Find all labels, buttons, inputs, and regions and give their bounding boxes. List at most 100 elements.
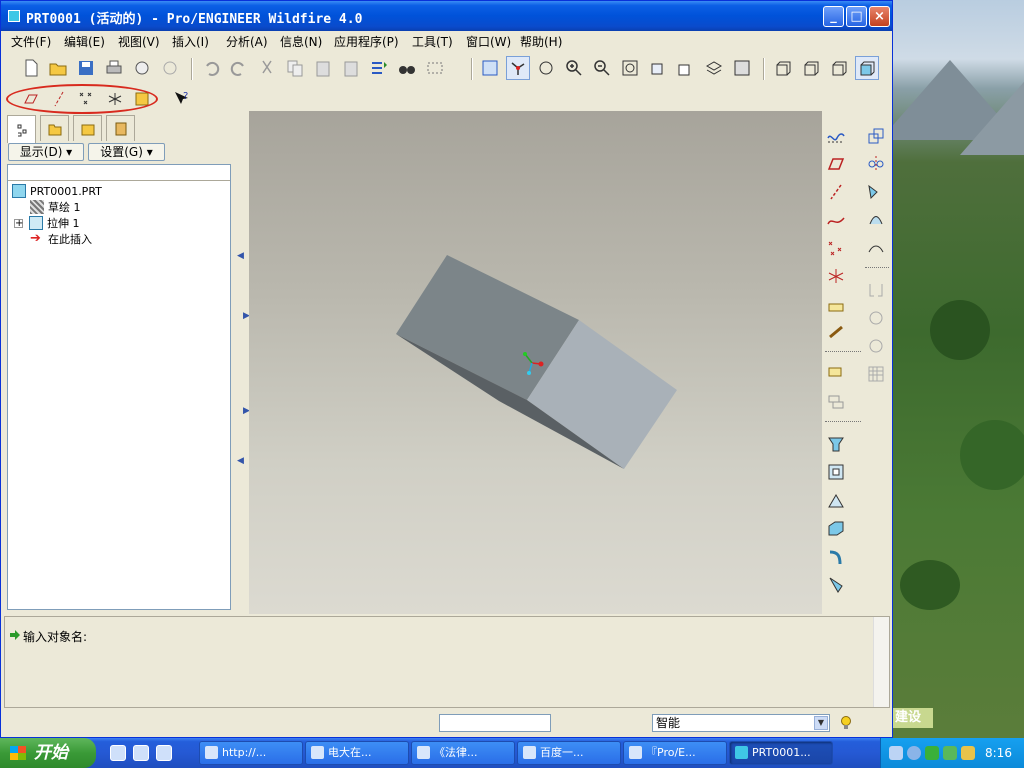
ie-quicklaunch-icon[interactable]	[110, 745, 126, 761]
tree-item-part[interactable]: PRT0001.PRT	[12, 183, 102, 199]
spin-center-icon[interactable]	[506, 56, 530, 80]
refit-icon[interactable]	[618, 56, 642, 80]
toolbar-separator	[825, 421, 861, 422]
taskbar-item-active[interactable]: PRT0001...	[729, 741, 833, 765]
datum-point-tool-icon[interactable]	[824, 236, 848, 260]
selection-box-icon[interactable]	[423, 56, 447, 80]
draft-tool-icon[interactable]	[824, 488, 848, 512]
minimize-button[interactable]: _	[823, 6, 844, 27]
menu-view[interactable]: 视图(V)	[118, 33, 160, 50]
datum-axis-tool-icon[interactable]	[824, 180, 848, 204]
menu-file[interactable]: 文件(F)	[11, 33, 51, 50]
copy-icon[interactable]	[283, 56, 307, 80]
open-folder-icon[interactable]	[46, 56, 70, 80]
security-shield-icon[interactable]	[925, 746, 939, 760]
merge-tool-icon[interactable]	[864, 180, 888, 204]
undo-icon[interactable]	[199, 56, 223, 80]
new-file-icon[interactable]	[19, 56, 43, 80]
sketch-tool-icon[interactable]	[824, 124, 848, 148]
connections-tab[interactable]	[106, 115, 135, 141]
saved-views-icon[interactable]	[674, 56, 698, 80]
tree-item-extrude[interactable]: + 拉伸 1	[14, 215, 80, 231]
graphics-viewport[interactable]	[249, 111, 822, 614]
shell-tool-icon[interactable]	[824, 516, 848, 540]
extrude-tool-icon[interactable]	[824, 432, 848, 456]
taskbar-item[interactable]: http://...	[199, 741, 303, 765]
ie-icon	[629, 746, 642, 759]
send-mail-icon[interactable]	[130, 56, 154, 80]
show-dropdown[interactable]: 显示(D) ▾	[8, 143, 84, 161]
menu-edit[interactable]: 编辑(E)	[64, 33, 105, 50]
favorites-tab[interactable]	[73, 115, 102, 141]
paste-icon[interactable]	[311, 56, 335, 80]
context-help-icon[interactable]: ?	[169, 87, 193, 111]
print-icon[interactable]	[102, 56, 126, 80]
menu-info[interactable]: 信息(N)	[280, 33, 322, 50]
shading-icon[interactable]	[855, 56, 879, 80]
layers-icon[interactable]	[702, 56, 726, 80]
no-hidden-icon[interactable]	[827, 56, 851, 80]
taskbar-item[interactable]: 电大在...	[305, 741, 409, 765]
analysis-feature-icon[interactable]	[824, 292, 848, 316]
cut-icon[interactable]	[255, 56, 279, 80]
settings-dropdown[interactable]: 设置(G) ▾	[88, 143, 165, 161]
copy-feature-icon[interactable]	[864, 124, 888, 148]
chamfer-tool-icon[interactable]	[824, 572, 848, 596]
round-tool-icon[interactable]	[824, 544, 848, 568]
sash-collapse-icon[interactable]: ◀	[237, 456, 244, 466]
status-lightbulb-icon[interactable]	[839, 715, 853, 731]
taskbar-item[interactable]: 百度一...	[517, 741, 621, 765]
tree-item-insert-here[interactable]: ➔ 在此插入	[30, 231, 92, 247]
menu-help[interactable]: 帮助(H)	[520, 33, 562, 50]
hidden-line-icon[interactable]	[799, 56, 823, 80]
sash-collapse-icon[interactable]: ◀	[237, 251, 244, 261]
tray-app-icon[interactable]	[961, 746, 975, 760]
csys-tool-icon[interactable]	[824, 264, 848, 288]
datum-plane-tool-icon[interactable]	[824, 152, 848, 176]
regenerate-icon[interactable]	[367, 56, 391, 80]
view-manager-icon[interactable]	[730, 56, 754, 80]
maximize-button[interactable]: □	[846, 6, 867, 27]
redo-icon[interactable]	[227, 56, 251, 80]
message-scrollbar[interactable]	[873, 617, 889, 707]
chevron-down-icon[interactable]: ▼	[814, 716, 828, 730]
mirror-tool-icon[interactable]	[864, 152, 888, 176]
zoom-in-icon[interactable]	[562, 56, 586, 80]
panel-sash[interactable]: ◀ ▶ ▶ ◀	[234, 111, 250, 614]
folder-browser-tab[interactable]	[40, 115, 69, 141]
network-icon[interactable]	[889, 746, 903, 760]
chain-icon[interactable]	[824, 320, 848, 344]
menu-analysis[interactable]: 分析(A)	[226, 33, 268, 50]
zoom-out-icon[interactable]	[590, 56, 614, 80]
antivirus-icon[interactable]	[943, 746, 957, 760]
reorient-icon[interactable]	[646, 56, 670, 80]
wireframe-icon[interactable]	[771, 56, 795, 80]
orient-mode-icon[interactable]	[534, 56, 558, 80]
show-desktop-icon[interactable]	[156, 745, 172, 761]
taskbar-item[interactable]: 『Pro/E...	[623, 741, 727, 765]
quicklaunch-icon[interactable]	[133, 745, 149, 761]
repaint-icon[interactable]	[478, 56, 502, 80]
menu-window[interactable]: 窗口(W)	[466, 33, 511, 50]
component-tool-icon[interactable]	[824, 390, 848, 414]
taskbar-item[interactable]: 《法律...	[411, 741, 515, 765]
trim-tool-icon[interactable]	[864, 208, 888, 232]
find-icon[interactable]	[395, 56, 419, 80]
offset-tool-icon[interactable]	[864, 236, 888, 260]
close-button[interactable]: ×	[869, 6, 890, 27]
start-button[interactable]: 开始	[0, 738, 96, 768]
model-tree-tab[interactable]	[7, 115, 36, 143]
volume-icon[interactable]	[907, 746, 921, 760]
save-icon[interactable]	[74, 56, 98, 80]
tree-item-sketch[interactable]: 草绘 1	[30, 199, 81, 215]
placeholder-tool-icon[interactable]	[824, 362, 848, 386]
expand-toggle-icon[interactable]: +	[14, 218, 23, 228]
paste-special-icon[interactable]	[339, 56, 363, 80]
menu-applications[interactable]: 应用程序(P)	[334, 33, 399, 50]
selection-filter-select[interactable]: 智能 ▼	[652, 714, 830, 732]
title-bar[interactable]: PRT0001 (活动的) - Pro/ENGINEER Wildfire 4.…	[1, 1, 892, 31]
hole-tool-icon[interactable]	[824, 460, 848, 484]
menu-tools[interactable]: 工具(T)	[412, 33, 453, 50]
datum-curve-tool-icon[interactable]	[824, 208, 848, 232]
menu-insert[interactable]: 插入(I)	[172, 33, 209, 50]
